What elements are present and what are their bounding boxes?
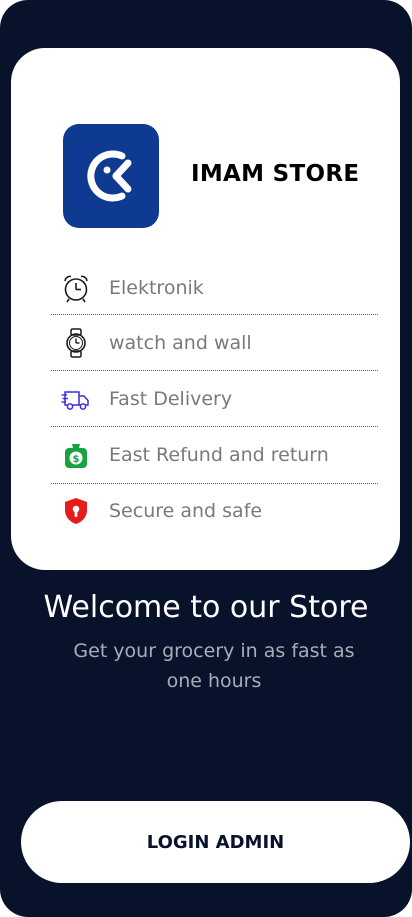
store-info-card: IMAM STORE Elektronik watch and wall Fas… (11, 48, 400, 570)
money-bag-icon: $ (61, 440, 91, 470)
feature-label: Fast Delivery (109, 387, 233, 410)
shield-lock-icon (61, 496, 91, 526)
wristwatch-icon (61, 327, 91, 358)
feature-item-watch: watch and wall (51, 315, 378, 371)
feature-label: watch and wall (109, 331, 252, 354)
store-name: IMAM STORE (191, 161, 360, 187)
app-screen: IMAM STORE Elektronik watch and wall Fas… (0, 0, 412, 917)
delivery-truck-icon (61, 384, 91, 414)
feature-item-refund: $ East Refund and return (51, 427, 378, 484)
clock-logo-icon (87, 150, 132, 202)
feature-label: Secure and safe (109, 500, 263, 522)
feature-item-elektronik: Elektronik (51, 262, 378, 315)
feature-label: East Refund and return (109, 444, 329, 466)
alarm-clock-icon (61, 273, 91, 303)
feature-item-fast-delivery: Fast Delivery (51, 371, 378, 427)
feature-list: Elektronik watch and wall Fast Delivery … (51, 262, 378, 538)
welcome-title: Welcome to our Store (43, 590, 369, 625)
feature-item-secure: Secure and safe (51, 484, 378, 538)
login-admin-button[interactable]: LOGIN ADMIN (21, 801, 410, 883)
welcome-subtitle: Get your grocery in as fast as one hours (73, 640, 355, 692)
store-logo (63, 124, 159, 228)
feature-label: Elektronik (109, 277, 204, 299)
svg-text:$: $ (73, 454, 80, 465)
